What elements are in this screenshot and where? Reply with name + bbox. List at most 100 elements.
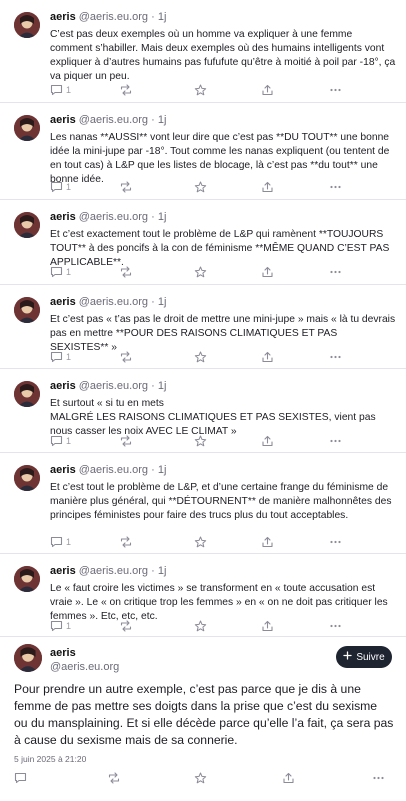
post-text: Et c’est pas « t’as pas le droit de mett…	[50, 314, 398, 353]
post[interactable]: aeris @aeris.eu.org · 1j Le « faut croir…	[0, 554, 406, 637]
avatar[interactable]	[14, 566, 40, 592]
reply-button[interactable]: 1	[50, 620, 71, 632]
reply-button[interactable]: 1	[50, 351, 71, 363]
avatar[interactable]	[14, 12, 40, 38]
share-icon	[261, 84, 274, 96]
author-name[interactable]: aeris	[50, 565, 76, 577]
reply-icon	[50, 266, 63, 278]
post[interactable]: aeris @aeris.eu.org · 1j Les nanas **AUS…	[0, 103, 406, 200]
reply-icon	[50, 351, 63, 363]
post-actions	[14, 772, 394, 786]
favourite-button[interactable]	[194, 181, 207, 193]
post-age[interactable]: 1j	[158, 211, 167, 223]
post[interactable]: aeris @aeris.eu.org · 1j Et c’est tout l…	[0, 453, 406, 554]
more-button[interactable]	[329, 181, 342, 193]
post[interactable]: aeris @aeris.eu.org · 1j C’est pas deux …	[0, 0, 406, 103]
reply-button[interactable]: 1	[50, 181, 71, 193]
author-name[interactable]: aeris	[50, 380, 76, 392]
author-name[interactable]: aeris	[50, 464, 76, 476]
author-handle[interactable]: @aeris.eu.org	[79, 380, 148, 392]
avatar[interactable]	[14, 297, 40, 323]
favourite-button[interactable]	[194, 266, 207, 278]
post-header: aeris @aeris.eu.org · 1j	[50, 296, 166, 308]
author-name[interactable]: aeris	[50, 11, 76, 23]
author-handle[interactable]: @aeris.eu.org	[79, 11, 148, 23]
author-name[interactable]: aeris	[50, 296, 76, 308]
reply-button[interactable]: 1	[50, 84, 71, 96]
post-age[interactable]: 1j	[158, 464, 167, 476]
post[interactable]: aeris @aeris.eu.org · 1j Et c’est exacte…	[0, 200, 406, 285]
reply-icon	[14, 772, 27, 784]
post-age[interactable]: 1j	[158, 380, 167, 392]
author-handle[interactable]: @aeris.eu.org	[79, 114, 148, 126]
author-handle[interactable]: @aeris.eu.org	[79, 565, 148, 577]
post-age[interactable]: 1j	[158, 114, 167, 126]
avatar[interactable]	[14, 212, 40, 238]
boost-button[interactable]	[107, 772, 121, 784]
post-text: Et surtout « si tu en mets MALGRÉ LES RA…	[50, 398, 376, 437]
more-button[interactable]	[329, 84, 342, 96]
share-button[interactable]	[282, 772, 295, 784]
post-age[interactable]: 1j	[158, 11, 167, 23]
more-button[interactable]	[372, 772, 385, 784]
follow-button[interactable]: Suivre	[336, 646, 392, 668]
share-icon	[261, 435, 274, 447]
favourite-button[interactable]	[194, 772, 207, 784]
separator: ·	[151, 565, 155, 577]
thread: aeris @aeris.eu.org · 1j C’est pas deux …	[0, 0, 406, 801]
avatar[interactable]	[14, 465, 40, 491]
post-actions: 1	[50, 351, 390, 365]
avatar[interactable]	[14, 381, 40, 407]
reply-button[interactable]: 1	[50, 536, 71, 548]
post-age[interactable]: 1j	[158, 565, 167, 577]
more-button[interactable]	[329, 266, 342, 278]
author-name[interactable]: aeris	[50, 114, 76, 126]
boost-button[interactable]	[119, 620, 133, 632]
share-button[interactable]	[261, 351, 274, 363]
favourite-button[interactable]	[194, 620, 207, 632]
reply-count: 1	[66, 621, 72, 631]
author-handle[interactable]: @aeris.eu.org	[79, 464, 148, 476]
separator: ·	[151, 464, 155, 476]
reply-button[interactable]: 1	[50, 435, 71, 447]
favourite-button[interactable]	[194, 84, 207, 96]
favourite-button[interactable]	[194, 351, 207, 363]
more-button[interactable]	[329, 620, 342, 632]
boost-button[interactable]	[119, 351, 133, 363]
share-button[interactable]	[261, 181, 274, 193]
author-handle[interactable]: @aeris.eu.org	[50, 661, 119, 673]
boost-icon	[119, 435, 133, 447]
boost-icon	[119, 351, 133, 363]
favourite-button[interactable]	[194, 536, 207, 548]
post-text: C’est pas deux exemples où un homme va e…	[50, 29, 399, 82]
reply-count: 1	[66, 436, 72, 446]
share-button[interactable]	[261, 435, 274, 447]
share-button[interactable]	[261, 620, 274, 632]
post-age[interactable]: 1j	[158, 296, 167, 308]
author-handle[interactable]: @aeris.eu.org	[79, 296, 148, 308]
author-handle[interactable]: @aeris.eu.org	[79, 211, 148, 223]
post[interactable]: aeris @aeris.eu.org · 1j Et c’est pas « …	[0, 285, 406, 369]
boost-button[interactable]	[119, 84, 133, 96]
post-actions: 1	[50, 536, 390, 550]
author-name[interactable]: aeris	[50, 211, 76, 223]
boost-button[interactable]	[119, 435, 133, 447]
share-button[interactable]	[261, 536, 274, 548]
boost-button[interactable]	[119, 266, 133, 278]
more-button[interactable]	[329, 351, 342, 363]
share-button[interactable]	[261, 266, 274, 278]
share-button[interactable]	[261, 84, 274, 96]
boost-button[interactable]	[119, 536, 133, 548]
boost-button[interactable]	[119, 181, 133, 193]
plus-icon	[343, 651, 352, 663]
avatar[interactable]	[14, 115, 40, 141]
post[interactable]: aeris @aeris.eu.org · 1j Et surtout « si…	[0, 369, 406, 453]
reply-button[interactable]: 1	[50, 266, 71, 278]
more-button[interactable]	[329, 435, 342, 447]
avatar[interactable]	[14, 644, 42, 672]
reply-button[interactable]	[14, 772, 27, 784]
post-date[interactable]: 5 juin 2025 à 21:20	[14, 754, 86, 764]
author-name[interactable]: aeris	[50, 647, 76, 659]
more-button[interactable]	[329, 536, 342, 548]
favourite-button[interactable]	[194, 435, 207, 447]
